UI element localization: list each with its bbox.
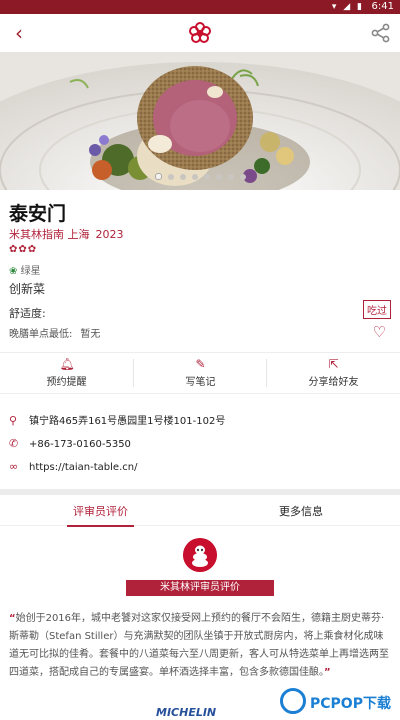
phone-text: +86-173-0160-5350 <box>29 439 131 450</box>
cuisine-type: 创新菜 <box>9 282 46 296</box>
inspector-review-text: “始创于2016年，城中老饕对这家仅接受网上预约的餐厅不会陌生，德籍主厨史蒂芬·… <box>9 610 391 682</box>
share-to-friends-label: 分享给好友 <box>308 377 359 388</box>
action-bar: 🔔︎ 预约提醒 ✎ 写笔记 ⇱ 分享给好友 <box>0 352 400 394</box>
carousel-dot[interactable] <box>215 174 222 180</box>
write-note-label: 写笔记 <box>185 377 216 388</box>
carousel-dot[interactable] <box>167 174 174 180</box>
share-box-icon: ⇱ <box>328 357 339 371</box>
heart-icon[interactable]: ♡ <box>373 323 386 341</box>
phone-row[interactable]: ✆ +86-173-0160-5350 <box>9 437 131 450</box>
carousel-dot-active[interactable] <box>154 173 162 180</box>
inspector-review-banner: 米其林评审员评价 <box>126 580 274 596</box>
michelin-flower-logo <box>189 22 211 43</box>
guide-line: 米其林指南 上海 2023 <box>9 226 124 242</box>
green-star-label: 绿星 <box>20 266 41 277</box>
carousel-dot[interactable] <box>203 174 210 180</box>
open-quote: “ <box>9 613 16 624</box>
price-label: 晚膳单点最低: <box>9 329 73 340</box>
carousel-dot[interactable] <box>191 174 198 180</box>
green-star-row: ❀ 绿星 <box>9 262 41 277</box>
write-note-button[interactable]: ✎ 写笔记 <box>134 353 267 393</box>
tab-inspector-review-label: 评审员评价 <box>73 505 128 518</box>
website-row[interactable]: ∞ https://taian-table.cn/ <box>9 460 137 473</box>
status-icons: ▾ ◢ ▮ <box>331 2 364 12</box>
reservation-reminder-button[interactable]: 🔔︎ 预约提醒 <box>0 353 133 393</box>
carousel-dots <box>0 165 400 184</box>
tab-inspector-review[interactable]: 评审员评价 <box>67 503 134 527</box>
michelin-stars: ✿✿✿ <box>9 244 38 255</box>
back-arrow-icon[interactable]: ‹ <box>6 20 32 46</box>
watermark: PCPOP下载 <box>274 684 400 720</box>
status-bar: ▾ ◢ ▮ 6:41 <box>0 0 400 14</box>
pencil-icon: ✎ <box>195 357 206 371</box>
green-star-icon: ❀ <box>9 266 18 277</box>
tab-more-info-label: 更多信息 <box>279 505 323 518</box>
michelin-brand-logo: MICHELIN <box>156 706 217 719</box>
watermark-logo-icon <box>280 688 306 714</box>
price-value: 暂无 <box>80 329 101 340</box>
guide-year: 2023 <box>95 228 124 241</box>
status-time: 6:41 <box>371 1 394 12</box>
location-pin-icon: ⚲ <box>9 414 18 427</box>
tab-more-info[interactable]: 更多信息 <box>279 503 323 519</box>
tab-bar: 评审员评价 更多信息 <box>0 495 400 527</box>
visited-badge[interactable]: 吃过 <box>363 300 391 319</box>
reservation-reminder-label: 预约提醒 <box>46 377 87 388</box>
guide-name: 米其林指南 上海 <box>9 228 90 241</box>
address-row[interactable]: ⚲ 镇宁路465弄161号愚园里1号楼101-102号 <box>9 412 225 427</box>
share-icon[interactable] <box>370 22 392 44</box>
phone-icon: ✆ <box>9 437 19 450</box>
tab-active-indicator <box>67 525 134 527</box>
restaurant-name: 泰安门 <box>9 203 67 225</box>
carousel-dot[interactable] <box>239 174 246 180</box>
share-to-friends-button[interactable]: ⇱ 分享给好友 <box>267 353 400 393</box>
price-row: 晚膳单点最低: 暂无 <box>9 325 100 340</box>
address-text: 镇宁路465弄161号愚园里1号楼101-102号 <box>29 416 226 427</box>
carousel-dot[interactable] <box>179 174 186 180</box>
dish-photo-carousel[interactable] <box>0 52 400 190</box>
bell-icon: 🔔︎ <box>59 357 75 371</box>
comfort-label: 舒适度: <box>9 307 46 320</box>
carousel-dot[interactable] <box>227 174 234 180</box>
website-text: https://taian-table.cn/ <box>29 462 138 473</box>
review-body: 始创于2016年，城中老饕对这家仅接受网上预约的餐厅不会陌生，德籍主厨史蒂芬·斯… <box>9 613 389 678</box>
link-icon: ∞ <box>9 460 19 473</box>
top-bar: ‹ <box>0 14 400 52</box>
close-quote: ” <box>324 667 331 678</box>
bibendum-icon <box>183 538 217 572</box>
watermark-text: PCPOP下载 <box>310 696 391 712</box>
